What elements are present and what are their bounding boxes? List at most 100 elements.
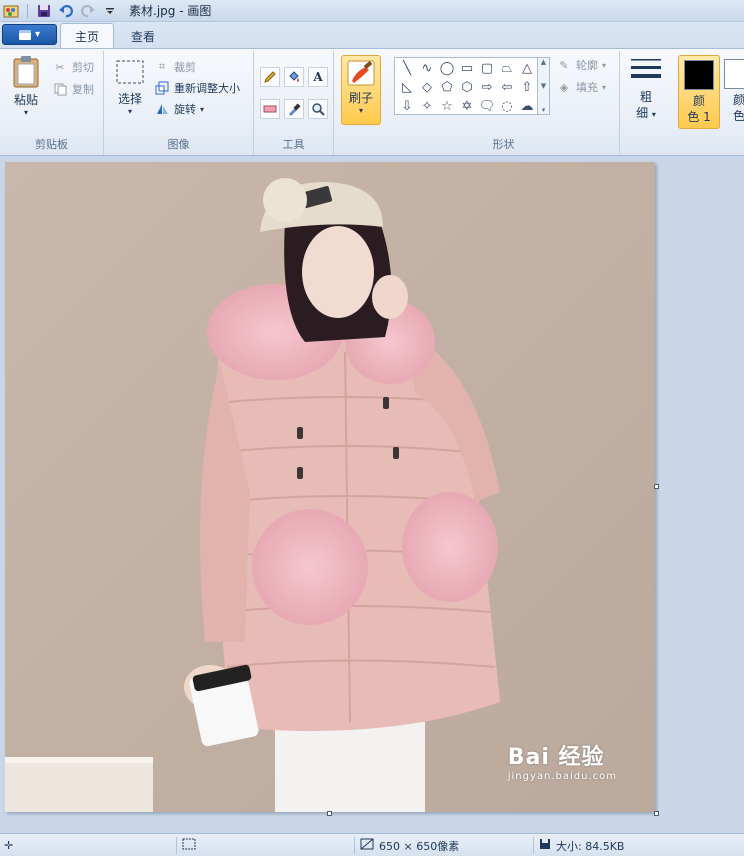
canvas-workspace[interactable]: Bai 经验 jingyan.baidu.com — [0, 156, 744, 833]
save-icon[interactable] — [35, 2, 53, 20]
color1-button[interactable]: 颜 色 1 — [678, 55, 720, 129]
shapes-gallery: ╲ ∿ ◯ ▭ ▢ ⏢ △ ◺ ◇ ⬠ ⬡ ⇨ ⇦ ⇧ ⇩ ✧ ☆ ✡ 🗨 ◌ … — [394, 57, 538, 115]
curve-shape-icon[interactable]: ∿ — [417, 59, 437, 78]
status-separator — [533, 837, 534, 854]
undo-icon[interactable] — [57, 2, 75, 20]
line-width-icon — [631, 59, 661, 78]
copy-label: 复制 — [72, 83, 94, 96]
watermark-sub: jingyan.baidu.com — [507, 771, 617, 782]
crosshair-icon: ✛ — [4, 839, 14, 852]
select-label: 选择 — [117, 92, 142, 106]
pentagon-shape-icon[interactable]: ⬠ — [437, 78, 457, 97]
crop-label: 裁剪 — [174, 61, 196, 74]
chevron-down-icon: ▾ — [34, 29, 41, 40]
rect-callout-shape-icon[interactable]: 🗨 — [477, 97, 497, 116]
four-point-star-shape-icon[interactable]: ✧ — [417, 97, 437, 116]
brushes-button[interactable]: 刷子 ▾ — [341, 55, 381, 125]
fill-shape-button[interactable]: ◈ 填充 ▾ — [556, 79, 606, 95]
color2-swatch — [724, 59, 744, 89]
eraser-icon[interactable] — [260, 99, 280, 119]
group-label: 图像 — [167, 138, 190, 151]
crop-button[interactable]: ⌗ 裁剪 — [154, 59, 196, 75]
color-picker-icon[interactable] — [284, 99, 304, 119]
magnifier-icon[interactable] — [308, 99, 328, 119]
image-canvas[interactable]: Bai 经验 jingyan.baidu.com — [5, 162, 655, 812]
chevron-down-icon: ▾ — [23, 108, 28, 117]
canvas-resize-handle-right[interactable] — [654, 484, 659, 489]
scroll-down-icon[interactable]: ▼ — [541, 82, 546, 90]
color1-swatch — [684, 60, 714, 90]
copy-button[interactable]: 复制 — [52, 81, 94, 97]
brush-icon — [347, 60, 375, 86]
cloud-callout-shape-icon[interactable]: ☁ — [517, 97, 537, 116]
brushes-label: 刷子 — [348, 91, 373, 105]
disk-icon — [539, 838, 551, 853]
color1-label-1: 颜 — [692, 94, 705, 108]
canvas-resize-handle-bottom[interactable] — [327, 811, 332, 816]
rotate-button[interactable]: 旋转 ▾ — [154, 101, 204, 117]
left-arrow-shape-icon[interactable]: ⇦ — [497, 78, 517, 97]
down-arrow-shape-icon[interactable]: ⇩ — [397, 97, 417, 116]
chevron-down-icon: ▾ — [358, 106, 363, 115]
paste-label: 粘贴 — [13, 93, 38, 107]
quick-access-separator — [27, 3, 28, 18]
rotate-label: 旋转 — [174, 103, 196, 116]
shapes-gallery-scroll[interactable]: ▲ ▼ ▾ — [538, 57, 550, 115]
tab-view[interactable]: 查看 — [117, 24, 169, 48]
triangle-shape-icon[interactable]: △ — [517, 59, 537, 78]
fill-icon[interactable] — [284, 67, 304, 87]
canvas-resize-handle-corner[interactable] — [654, 811, 659, 816]
paste-button[interactable]: 粘贴 ▾ — [8, 55, 44, 117]
tab-home[interactable]: 主页 — [60, 23, 115, 48]
clipboard-icon — [13, 56, 39, 88]
cut-button[interactable]: ✂ 剪切 — [52, 59, 94, 75]
line-shape-icon[interactable]: ╲ — [397, 59, 417, 78]
status-separator — [176, 837, 177, 854]
image-dimensions-text: 650 × 650像素 — [379, 839, 460, 853]
polygon-shape-icon[interactable]: ⏢ — [497, 59, 517, 78]
file-size-text: 大小: 84.5KB — [556, 839, 625, 853]
crop-icon: ⌗ — [158, 60, 166, 73]
ribbon: 粘贴 ▾ ✂ 剪切 复制 剪贴板 选择 ▾ ⌗ 裁剪 重新调整大小 旋转 ▾ 图… — [0, 48, 744, 156]
photo-woman-pink-coat[interactable] — [5, 162, 655, 812]
group-label: 形状 — [492, 138, 515, 151]
color2-button[interactable]: 颜 色 — [724, 55, 744, 129]
rounded-rectangle-shape-icon[interactable]: ▢ — [477, 59, 497, 78]
oval-shape-icon[interactable]: ◯ — [437, 59, 457, 78]
size-label-1: 粗 — [639, 90, 652, 104]
rectangle-shape-icon[interactable]: ▭ — [457, 59, 477, 78]
title-bar: 素材.jpg - 画图 — [0, 0, 744, 22]
chevron-down-icon: ▾ — [651, 110, 656, 119]
redo-icon[interactable] — [79, 2, 97, 20]
image-dimensions: 650 × 650像素 — [360, 834, 459, 856]
group-label: 剪贴板 — [35, 138, 68, 151]
up-arrow-shape-icon[interactable]: ⇧ — [517, 78, 537, 97]
customize-dropdown-icon[interactable] — [101, 2, 119, 20]
file-size: 大小: 84.5KB — [539, 834, 624, 856]
size-label-text: 细 — [636, 106, 649, 120]
oval-callout-shape-icon[interactable]: ◌ — [497, 97, 517, 116]
scroll-up-icon[interactable]: ▲ — [541, 58, 546, 66]
hexagon-shape-icon[interactable]: ⬡ — [457, 78, 477, 97]
paint-app-icon[interactable] — [2, 2, 20, 20]
outline-button[interactable]: ✎ 轮廓 ▾ — [556, 57, 606, 73]
color1-label-2: 色 1 — [687, 110, 711, 124]
expand-gallery-icon[interactable]: ▾ — [542, 106, 546, 114]
resize-button[interactable]: 重新调整大小 — [154, 80, 240, 96]
app-menu-button[interactable]: ▾ — [2, 24, 57, 45]
image-dimensions-icon — [360, 838, 374, 853]
diamond-shape-icon[interactable]: ◇ — [417, 78, 437, 97]
text-icon[interactable]: A — [308, 67, 328, 87]
right-arrow-shape-icon[interactable]: ⇨ — [477, 78, 497, 97]
six-point-star-shape-icon[interactable]: ✡ — [457, 97, 477, 116]
chevron-down-icon: ▾ — [602, 82, 607, 92]
select-button[interactable]: 选择 ▾ — [112, 59, 148, 116]
app-menu-icon — [18, 29, 31, 40]
size-button[interactable]: 粗 细 ▾ — [626, 57, 666, 123]
five-point-star-shape-icon[interactable]: ☆ — [437, 97, 457, 116]
status-separator — [354, 837, 355, 854]
right-triangle-shape-icon[interactable]: ◺ — [397, 78, 417, 97]
selection-size — [182, 834, 196, 856]
copy-icon — [52, 81, 68, 97]
pencil-icon[interactable] — [260, 67, 280, 87]
